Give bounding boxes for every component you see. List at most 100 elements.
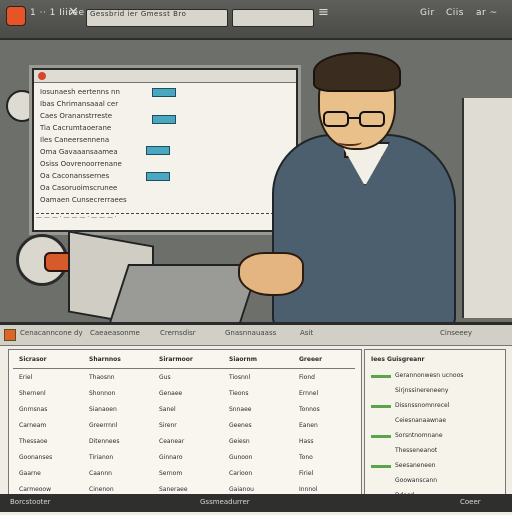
table-cell[interactable]: Carmeoow <box>19 486 51 493</box>
wall-board <box>462 98 512 318</box>
status-indicator <box>371 375 391 378</box>
table-cell[interactable]: Gunoon <box>229 454 252 461</box>
column-header[interactable]: Sicrasor <box>19 356 47 363</box>
status-chip <box>152 115 176 124</box>
column-header[interactable]: Sirarmoor <box>159 356 193 363</box>
data-table: Sicrasor Sharnnos Sirarmoor Siaornm Gree… <box>8 349 362 509</box>
tab-4[interactable]: Gnasnnauaass <box>225 329 276 341</box>
top-toolbar: 1 ·· 1 Iiiree ✕ Gessbrid ier Gmesst Bro … <box>0 0 512 40</box>
list-item[interactable]: Seesaneneen <box>395 462 435 469</box>
column-header[interactable]: Greeer <box>299 356 322 363</box>
table-cell[interactable]: Sianaoen <box>89 406 117 413</box>
table-cell[interactable]: Tieons <box>229 390 248 397</box>
list-item[interactable]: Thesseneanot <box>395 447 437 454</box>
tab-6[interactable]: Cinseeey <box>440 329 472 341</box>
toolbar-right-label-1[interactable]: Gir <box>420 8 435 18</box>
tab-2[interactable]: Caeaeasonme <box>90 329 140 341</box>
spreadsheet-toolbar: Cenacanncone dy Caeaeasonme Crernsdisr G… <box>0 325 512 346</box>
table-cell[interactable]: Tirianon <box>89 454 113 461</box>
status-indicator <box>371 465 391 468</box>
table-cell[interactable]: Eanen <box>299 422 318 429</box>
tab-1[interactable]: Cenacanncone dy <box>20 329 83 341</box>
table-cell[interactable]: Gus <box>159 374 171 381</box>
table-cell[interactable]: Greerrnnl <box>89 422 117 429</box>
menu-icon[interactable]: ≡ <box>318 5 329 20</box>
glasses-icon <box>323 111 385 127</box>
table-cell[interactable]: Firiel <box>299 470 313 477</box>
list-item[interactable]: Sirjnssinereneeny <box>395 387 448 394</box>
list-item: Tia Cacrumtaoerane <box>40 124 112 132</box>
monitor-window: Iosunaesh eertenns nn Ibas Chrimansaaal … <box>32 68 298 232</box>
table-cell[interactable]: Sirenr <box>159 422 177 429</box>
status-bar: Borcstooter Gssmeadurrer Coeer <box>0 494 512 512</box>
table-cell[interactable]: Fiond <box>299 374 315 381</box>
status-chip <box>146 146 170 155</box>
table-cell[interactable]: Ceanear <box>159 438 184 445</box>
table-cell[interactable]: Cinenon <box>89 486 114 493</box>
table-cell[interactable]: Shonnon <box>89 390 115 397</box>
table-cell[interactable]: Sernom <box>159 470 182 477</box>
table-cell[interactable]: Innnol <box>299 486 318 493</box>
search-text: Gessbrid ier Gmesst Bro <box>90 10 187 18</box>
table-cell[interactable]: Thaosnn <box>89 374 115 381</box>
toolbar-right-label-3[interactable]: ar ~ <box>476 8 498 18</box>
app-logo-icon[interactable] <box>4 329 16 341</box>
table-cell[interactable]: Gaianou <box>229 486 254 493</box>
table-cell[interactable]: Thessaoe <box>19 438 47 445</box>
status-left: Borcstooter <box>10 498 51 506</box>
table-cell[interactable]: Gaarne <box>19 470 41 477</box>
status-chip <box>152 88 176 97</box>
table-cell[interactable]: Ginnaro <box>159 454 183 461</box>
close-icon[interactable]: ✕ <box>68 5 79 20</box>
list-item[interactable]: Gerannonwesn ucnoos <box>395 372 463 379</box>
person-hand <box>238 252 304 296</box>
table-cell[interactable]: Eriel <box>19 374 32 381</box>
list-item[interactable]: Ceiesnanaawnae <box>395 417 446 424</box>
toolbar-right-label-2[interactable]: Ciis <box>446 8 464 18</box>
table-cell[interactable]: Goonanses <box>19 454 52 461</box>
list-item: Iles Caneersennena <box>40 136 110 144</box>
list-item[interactable]: Sorsntnomnane <box>395 432 443 439</box>
list-item[interactable]: Dissnssnomnrecel <box>395 402 449 409</box>
table-cell[interactable]: Tono <box>299 454 313 461</box>
table-cell[interactable]: Ernnel <box>299 390 318 397</box>
table-cell[interactable]: Genaee <box>159 390 182 397</box>
status-chip <box>146 172 170 181</box>
table-cell[interactable]: Hass <box>299 438 313 445</box>
table-cell[interactable]: Geiesn <box>229 438 250 445</box>
table-cell[interactable]: Carneam <box>19 422 46 429</box>
list-item: Oma Gavaaansaamea <box>40 148 118 156</box>
table-cell[interactable]: Caannn <box>89 470 112 477</box>
monitor-titlebar <box>34 70 296 83</box>
list-item: Caes Orananstrreste <box>40 112 113 120</box>
table-cell[interactable]: Carioon <box>229 470 252 477</box>
list-item[interactable]: Goowanscann <box>395 477 437 484</box>
table-cell[interactable]: Tonnos <box>299 406 320 413</box>
header-divider <box>13 368 355 369</box>
side-panel-header: Iees Guisgreanr <box>371 356 425 363</box>
side-panel: Iees Guisgreanr Gerannonwesn ucnoos Sirjn… <box>364 349 506 509</box>
table-cell[interactable]: Tiosnnl <box>229 374 250 381</box>
column-header[interactable]: Siaornm <box>229 356 257 363</box>
list-item: Oa Caconanssernes <box>40 172 110 180</box>
toolbar-field[interactable] <box>232 9 314 27</box>
list-item: Oamaen Cunsecrerraees <box>40 196 127 204</box>
column-header[interactable]: Sharnnos <box>89 356 121 363</box>
person-hair <box>313 52 401 92</box>
table-cell[interactable]: Gnrnsnas <box>19 406 47 413</box>
table-cell[interactable]: Saneraee <box>159 486 188 493</box>
table-cell[interactable]: Geenes <box>229 422 252 429</box>
table-cell[interactable]: Shernenl <box>19 390 46 397</box>
app-logo-icon[interactable] <box>6 6 26 26</box>
list-item: Oa Casoruoimscrunee <box>40 184 118 192</box>
tab-3[interactable]: Crernsdisr <box>160 329 196 341</box>
table-cell[interactable]: Ditennees <box>89 438 119 445</box>
spreadsheet-window: Cenacanncone dy Caeaeasonme Crernsdisr G… <box>0 322 512 515</box>
close-dot-icon[interactable] <box>38 72 46 80</box>
tab-5[interactable]: Asit <box>300 329 313 341</box>
status-middle: Gssmeadurrer <box>200 498 250 506</box>
list-item: Ibas Chrimansaaal cer <box>40 100 119 108</box>
table-cell[interactable]: Sanel <box>159 406 176 413</box>
status-indicator <box>371 405 391 408</box>
table-cell[interactable]: Snnaee <box>229 406 251 413</box>
